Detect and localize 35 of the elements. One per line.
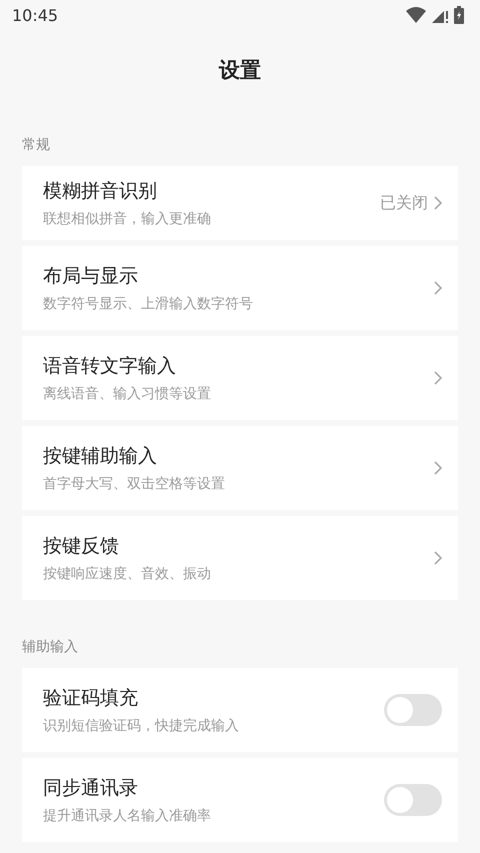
settings-row[interactable]: 同步通讯录 提升通讯录人名输入准确率 [22, 758, 458, 842]
wifi-icon [406, 7, 426, 23]
row-subtitle: 识别短信验证码，快捷完成输入 [43, 717, 240, 735]
settings-row[interactable]: 语音转文字输入 离线语音、输入习惯等设置 [22, 336, 458, 420]
toggle-switch[interactable] [384, 784, 442, 816]
row-title: 语音转文字输入 [43, 354, 177, 379]
settings-row[interactable]: 验证码填充 识别短信验证码，快捷完成输入 [22, 668, 458, 752]
chevron-icon [434, 461, 442, 475]
row-title: 按键反馈 [43, 534, 120, 559]
section-header: 辅助输入 [21, 638, 79, 657]
section-header: 常规 [21, 136, 51, 155]
row-title: 模糊拼音识别 [43, 179, 158, 204]
row-subtitle: 离线语音、输入习惯等设置 [43, 385, 212, 403]
row-title: 布局与显示 [43, 264, 139, 289]
row-title: 验证码填充 [43, 686, 139, 711]
chevron-icon [434, 551, 442, 565]
row-subtitle: 按键响应速度、音效、振动 [43, 565, 212, 583]
row-subtitle: 数字符号显示、上滑输入数字符号 [43, 295, 254, 313]
settings-row[interactable]: 模糊拼音识别 联想相似拼音，输入更准确 已关闭 [22, 166, 458, 240]
row-subtitle: 首字母大写、双击空格等设置 [43, 475, 226, 493]
battery-icon [454, 6, 464, 24]
value-label: 已关闭 [380, 192, 428, 214]
page-title: 设置 [218, 57, 262, 84]
row-title: 同步通讯录 [43, 776, 139, 801]
row-title: 按键辅助输入 [43, 444, 158, 469]
settings-row[interactable]: 布局与显示 数字符号显示、上滑输入数字符号 [22, 246, 458, 330]
row-subtitle: 提升通讯录人名输入准确率 [43, 807, 212, 825]
toggle-switch[interactable] [384, 694, 442, 726]
chevron-icon [434, 281, 442, 295]
settings-row[interactable]: 按键反馈 按键响应速度、音效、振动 [22, 516, 458, 600]
status-time: 10:45 [12, 6, 58, 24]
chevron-icon [434, 196, 442, 210]
settings-row[interactable]: 按键辅助输入 首字母大写、双击空格等设置 [22, 426, 458, 510]
chevron-icon [434, 371, 442, 385]
row-subtitle: 联想相似拼音，输入更准确 [43, 210, 212, 228]
